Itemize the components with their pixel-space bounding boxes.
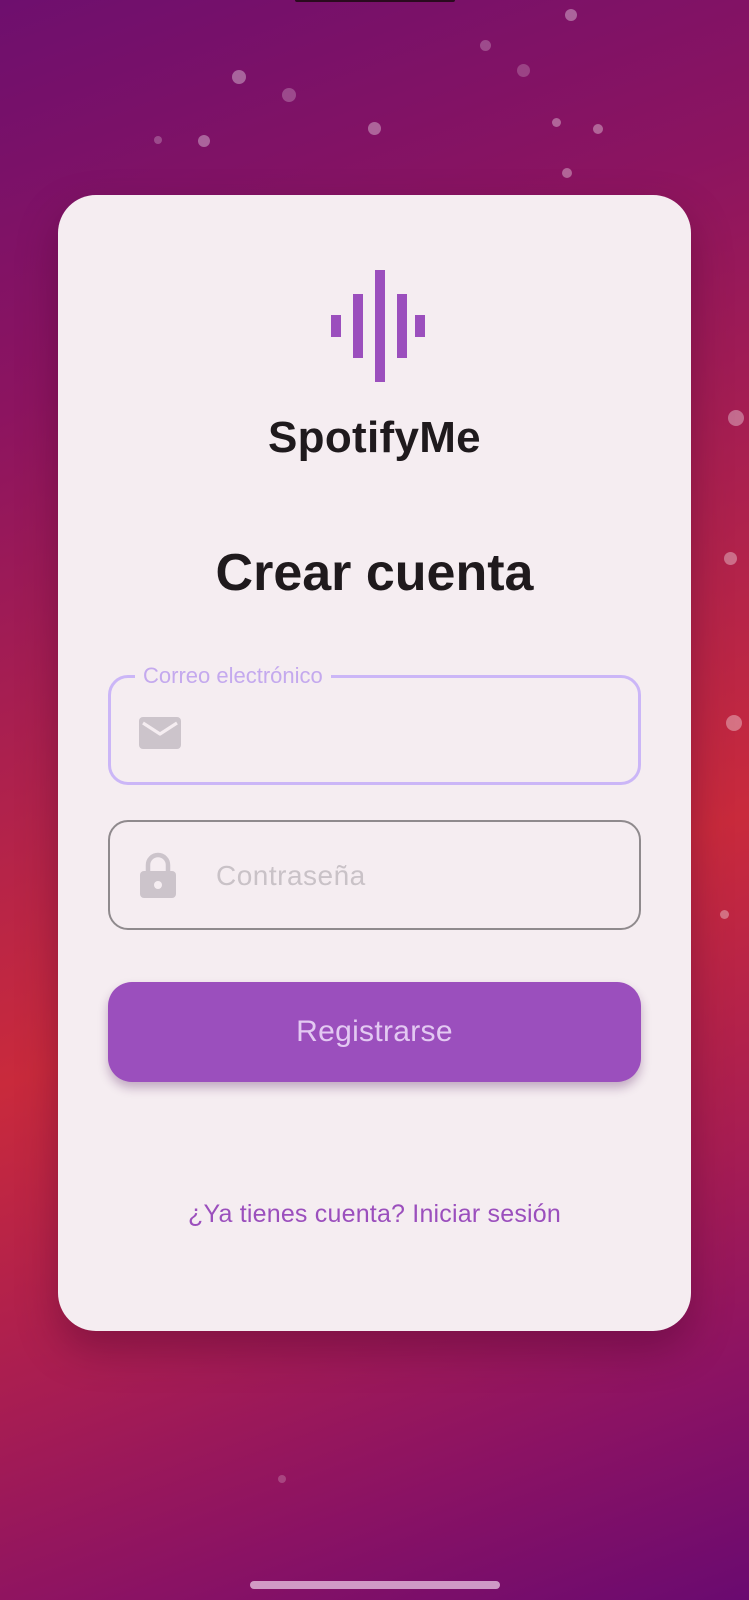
background-particle [368, 122, 381, 135]
sound-wave-icon [330, 270, 425, 382]
background-particle [278, 1475, 286, 1483]
mail-icon [138, 711, 182, 755]
app-logo [58, 270, 691, 382]
background-particle [720, 910, 729, 919]
lock-icon [138, 852, 182, 898]
page-title: Crear cuenta [215, 544, 534, 602]
background-particle [562, 168, 572, 178]
background-particle [232, 70, 246, 84]
background-particle [565, 9, 577, 21]
background-particle [724, 552, 737, 565]
email-input[interactable] [206, 698, 610, 764]
background-particle [552, 118, 561, 127]
password-placeholder: Contraseña [216, 860, 366, 891]
login-link[interactable]: ¿Ya tienes cuenta? Iniciar sesión [58, 1200, 691, 1229]
register-button[interactable]: Registrarse [108, 982, 641, 1082]
background-particle [480, 40, 491, 51]
app-name: SpotifyMe [268, 413, 481, 462]
email-field[interactable]: Correo electrónico [108, 663, 641, 785]
background-particle [726, 715, 742, 731]
home-indicator[interactable] [250, 1581, 500, 1589]
background-particle [593, 124, 603, 134]
background-particle [517, 64, 530, 77]
background-particle [282, 88, 296, 102]
email-field-label: Correo electrónico [135, 663, 331, 689]
password-field[interactable]: Contraseña [108, 820, 641, 930]
background-particle [154, 136, 162, 144]
register-card: SpotifyMe Crear cuenta Correo electrónic… [58, 195, 691, 1331]
camera-notch [295, 0, 455, 2]
background-particle [198, 135, 210, 147]
background-particle [728, 410, 744, 426]
